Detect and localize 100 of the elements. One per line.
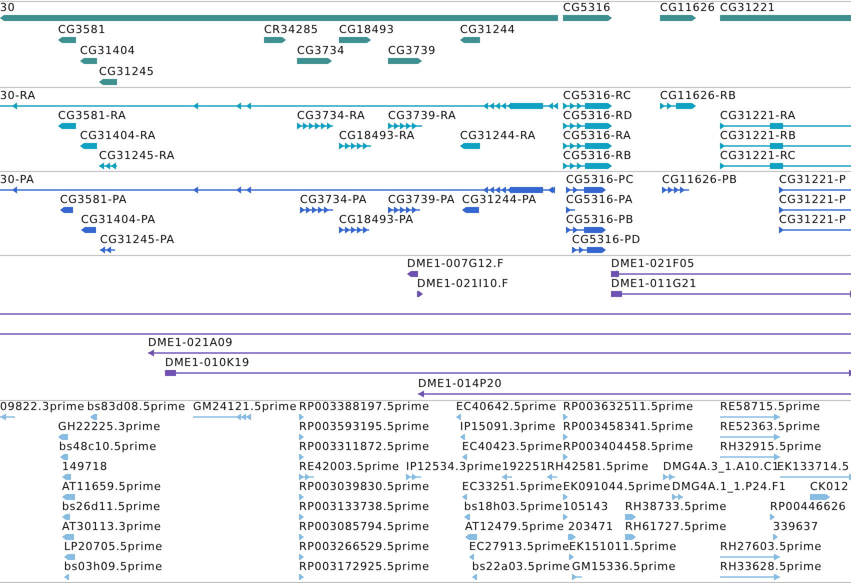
feature-label: CG3734 [297, 44, 345, 58]
feature-label: CG31221-RB [720, 129, 796, 143]
feature-label: DME1-021F05 [611, 257, 695, 271]
feature-label: RH42581.5prime [547, 460, 649, 474]
feature-label: RP003632511.5prime [563, 400, 694, 414]
feature-label: CG31244-RA [460, 129, 536, 143]
feature-label: RH61727.5prime [625, 520, 727, 534]
feature-label: CG5316-RC [563, 89, 632, 103]
feature-label: CG31221-P [779, 213, 846, 227]
feature-label: RP003266529.5prime [299, 540, 430, 554]
feature-label: CG18493-RA [339, 129, 415, 143]
feature-label: CG31221-RC [720, 149, 796, 163]
feature-label: RH33628.5prime [720, 560, 822, 574]
feature-label: 192251 [502, 460, 548, 474]
feature-label: AT30113.3prime [62, 520, 162, 534]
feature-label: GM15336.5prime [572, 560, 676, 574]
feature-label: CK012 [810, 480, 849, 494]
feature-label: DME1-014P20 [418, 377, 502, 391]
feature-label: CG3581-RA [58, 109, 126, 123]
feature-label: LP20705.5prime [64, 540, 163, 554]
feature-label: bs03h09.5prime [64, 560, 163, 574]
feature-label: CG31245 [99, 65, 154, 79]
feature-label: RP003172925.5prime [299, 560, 430, 574]
feature-label: DME1-007G12.F [407, 257, 504, 271]
feature-label: 203471 [568, 520, 614, 534]
feature-label: CG5316-RA [563, 129, 632, 143]
feature-label: DME1-011G21 [611, 277, 697, 291]
feature-label: CG11626-RB [660, 89, 736, 103]
feature-label: CG5316-PB [566, 213, 634, 227]
feature-label: RP003593195.5prime [299, 420, 430, 434]
feature-label: EC40423.5prime [462, 440, 563, 454]
feature-label: RP00446626 [770, 500, 846, 514]
feature-label: EC27913.5prime [469, 540, 570, 554]
feature-label: bs83d08.5prime [87, 400, 186, 414]
feature-label: EC33251.5prime [462, 480, 563, 494]
feature-label: DMG4A.1_1.P24.F1 [672, 480, 786, 494]
feature-label: CG5316-PA [566, 193, 634, 207]
feature-label: RE42003.5prime [299, 460, 400, 474]
feature-label: CG3734-PA [300, 193, 368, 207]
feature-label: CR34285 [264, 23, 319, 37]
feature-label: RP003133738.5prime [299, 500, 430, 514]
feature-label: IP12534.3prime [406, 460, 502, 474]
feature-label: CG31221-P [779, 193, 846, 207]
feature-label: CG5316-PD [572, 233, 641, 247]
feature-label: CG3739-PA [388, 193, 456, 207]
feature-label: DME1-021A09 [148, 336, 233, 350]
feature-label: RH32915.5prime [720, 440, 822, 454]
feature-label: CG31244 [460, 23, 516, 37]
feature-label: GM24121.5prime [193, 400, 297, 414]
feature-label: DME1-010K19 [165, 356, 250, 370]
feature-label: CG31221 [720, 1, 776, 15]
feature-label: RP003458341.5prime [563, 420, 694, 434]
feature-label: CG11626-PB [662, 173, 738, 187]
feature-label: CG3581-PA [60, 193, 128, 207]
feature-label: 149718 [62, 460, 108, 474]
feature-label: RP003404458.5prime [563, 440, 694, 454]
feature-label: CG31404-PA [81, 213, 156, 227]
feature-label: CG3739-RA [388, 109, 456, 123]
feature-label: EK091044.5prime [563, 480, 671, 494]
feature-label: bs22a03.5prime [472, 560, 570, 574]
feature-label: RH38733.5prime [625, 500, 727, 514]
feature-label: CG3734-RA [297, 109, 366, 123]
feature-label: CG31221-P [779, 173, 846, 187]
feature-label: CG31244-PA [462, 193, 537, 207]
feature-label: RH27603.5prime [720, 540, 822, 554]
feature-label: bs26d11.5prime [62, 500, 161, 514]
feature-label: EC40642.5prime [456, 400, 557, 414]
feature-label: CG3739 [388, 44, 436, 58]
feature-label: AT12479.5prime [465, 520, 564, 534]
feature-label: RE52363.5prime [720, 420, 821, 434]
feature-label: CG5316 [563, 1, 611, 15]
feature-label: 30 [0, 1, 16, 15]
feature-label: 09822.3prime [0, 400, 85, 414]
feature-label: RE58715.5prime [720, 400, 821, 414]
feature-label: CG31245-RA [99, 149, 175, 163]
feature-label: CG18493-PA [339, 213, 414, 227]
feature-label: 105143 [563, 500, 609, 514]
feature-label: CG31404 [80, 44, 136, 58]
feature-label: IP15091.3prime [460, 420, 556, 434]
feature-label: bs48c10.5prime [59, 440, 157, 454]
feature-label: AT11659.5prime [62, 480, 162, 494]
feature-label: RP003311872.5prime [299, 440, 430, 454]
feature-label: CG31245-PA [100, 233, 175, 247]
feature-label: bs18h03.5prime [464, 500, 563, 514]
feature-label: RP003388197.5prime [299, 400, 430, 414]
feature-label: DME1-021I10.F [417, 277, 509, 291]
feature-label: EK133714.5 [777, 460, 850, 474]
feature-label: CG18493 [339, 23, 394, 37]
feature-label: CG3581 [58, 23, 106, 37]
feature-label: EK151011.5prime [569, 540, 677, 554]
feature-label: CG5316-PC [566, 173, 634, 187]
feature-label: 339637 [773, 520, 819, 534]
feature-label: RP003039830.5prime [299, 480, 430, 494]
feature-label: GH22225.3prime [58, 420, 161, 434]
feature-label: RP003085794.5prime [299, 520, 430, 534]
feature-label: 30-RA [0, 89, 36, 103]
feature-label: CG11626 [660, 1, 716, 15]
feature-label: CG5316-RD [563, 109, 633, 123]
feature-label: 30-PA [0, 173, 34, 187]
feature-label: CG31404-RA [80, 129, 156, 143]
